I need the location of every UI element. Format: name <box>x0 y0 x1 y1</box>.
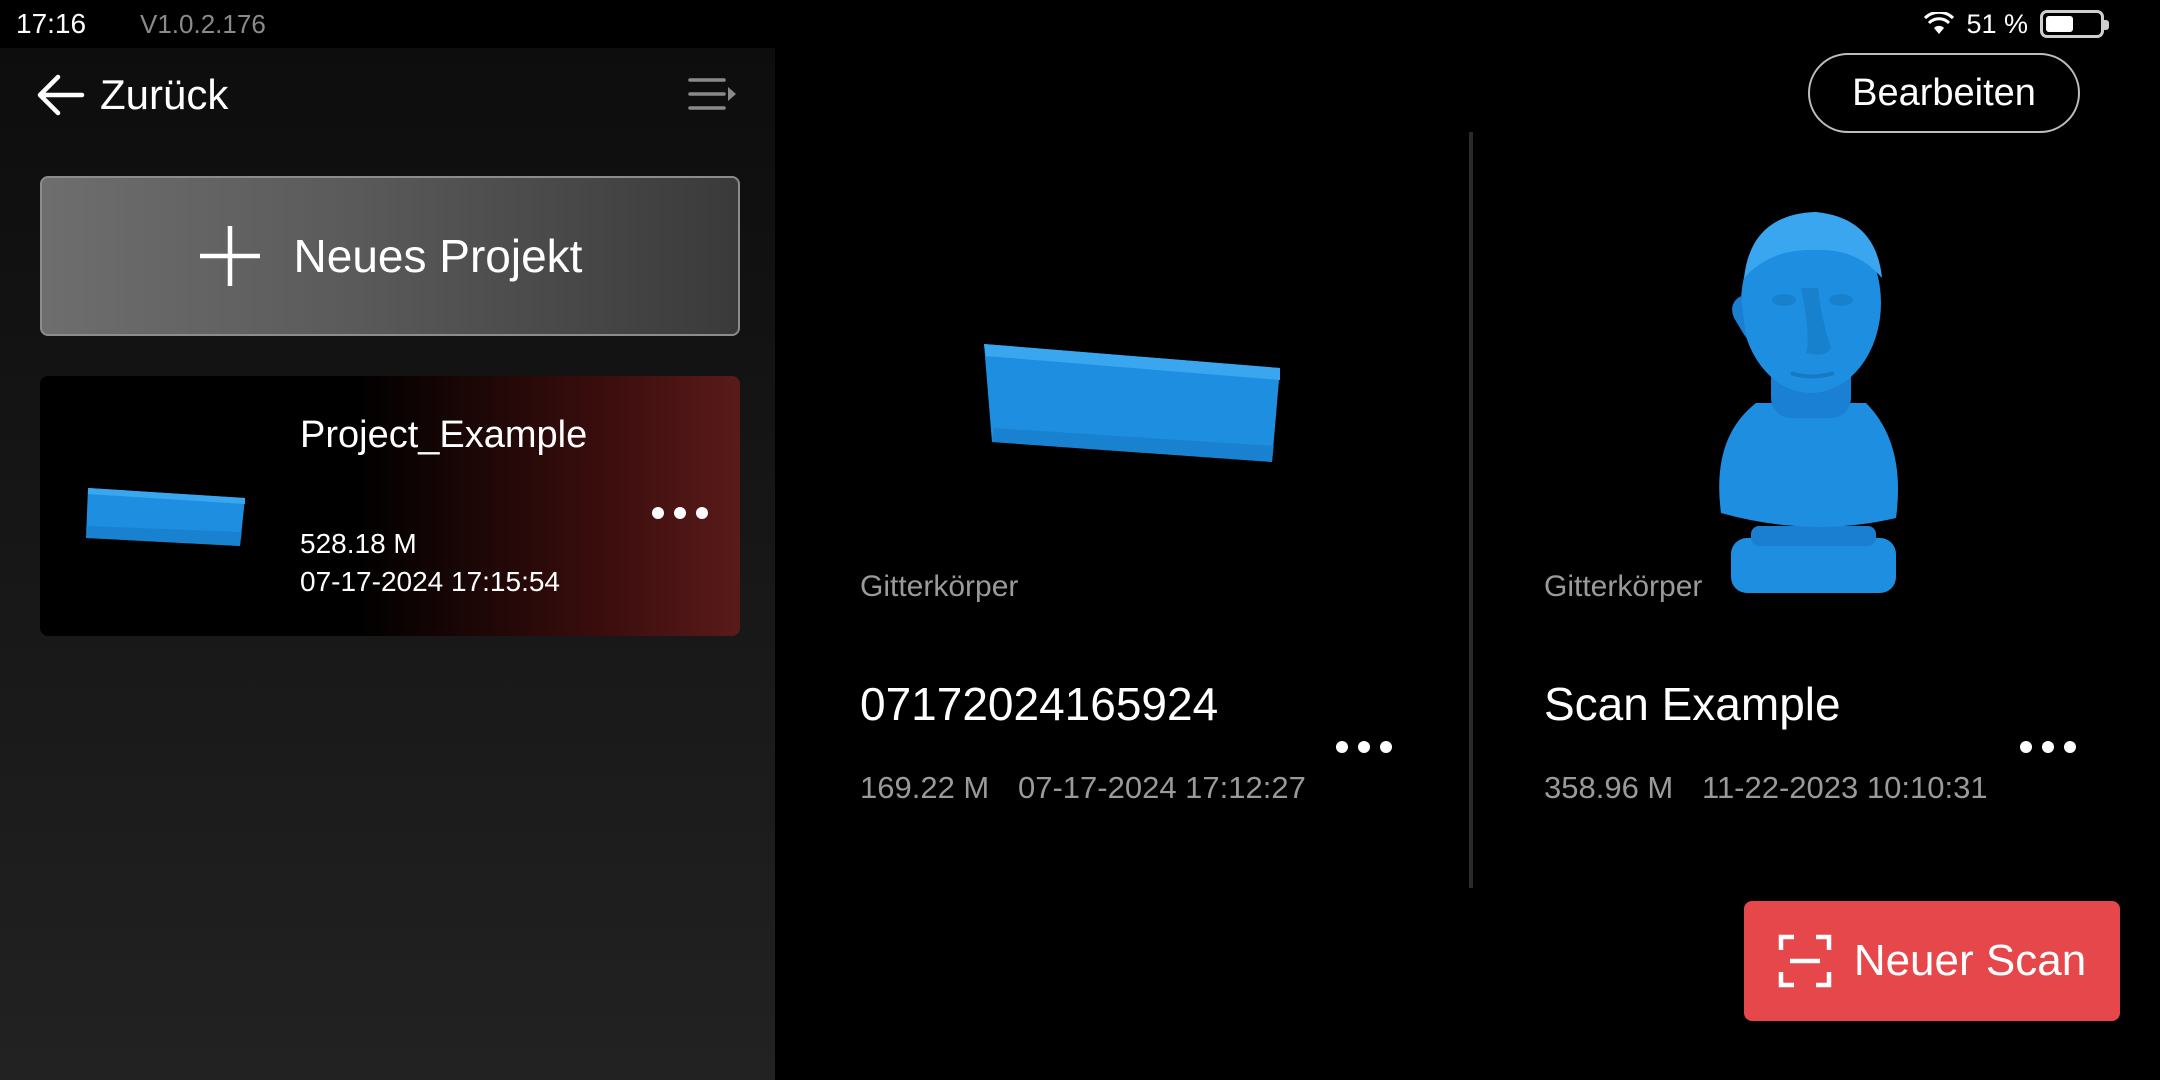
status-time: 17:16 <box>16 8 87 39</box>
back-button[interactable]: Zurück <box>36 66 228 124</box>
app-version: V1.0.2.176 <box>140 9 266 39</box>
list-collapse-icon[interactable] <box>688 70 740 118</box>
scan-thumbnail <box>984 344 1280 462</box>
project-date: 07-17-2024 17:15:54 <box>300 566 560 597</box>
arrow-left-icon <box>37 74 85 116</box>
battery-percent: 51 % <box>1966 8 2028 39</box>
scan-title: 07172024165924 <box>860 678 1219 730</box>
new-scan-button[interactable]: Neuer Scan <box>1744 901 2120 1021</box>
new-project-label: Neues Projekt <box>293 230 583 282</box>
back-label: Zurück <box>100 71 229 118</box>
more-dots-icon <box>1336 741 1348 753</box>
scan-type: Gitterkörper <box>1544 570 1703 603</box>
project-card[interactable]: Project_Example 528.18 M 07-17-2024 17:1… <box>40 376 740 636</box>
scan-card[interactable]: Gitterkörper 07172024165924 169.22 M 07-… <box>860 132 1520 892</box>
more-dot <box>1380 741 1392 753</box>
more-dot <box>1358 741 1370 753</box>
new-project-button[interactable]: Neues Projekt <box>40 176 740 336</box>
edit-button[interactable]: Bearbeiten <box>1808 53 2080 133</box>
battery-icon <box>2040 10 2109 38</box>
scan-more-button[interactable] <box>1336 732 1392 762</box>
battery-level <box>2046 16 2073 32</box>
scan-frame-icon <box>1778 934 1832 988</box>
project-thumbnail <box>86 488 245 546</box>
scan-card[interactable]: Gitterkörper Scan Example 358.96 M 11-22… <box>1544 132 2160 892</box>
plus-icon <box>199 226 260 286</box>
scan-title: Scan Example <box>1544 678 1841 730</box>
status-bar: 17:16 V1.0.2.176 51 % <box>0 0 2160 48</box>
scan-more-button[interactable] <box>2020 732 2076 762</box>
project-name: Project_Example <box>300 414 588 456</box>
scan-size: 169.22 M <box>860 770 990 805</box>
more-dot <box>2064 741 2076 753</box>
scan-type: Gitterkörper <box>860 570 1019 603</box>
new-scan-label: Neuer Scan <box>1853 936 2087 985</box>
status-indicators: 51 % <box>1924 8 2109 40</box>
scan-date: 11-22-2023 10:10:31 <box>1702 770 1988 805</box>
wifi-icon <box>1924 12 1955 34</box>
project-sidebar: Zurück Neues Projekt Project_Example 528… <box>0 48 775 1080</box>
more-dot <box>2042 741 2054 753</box>
project-more-button[interactable] <box>652 498 708 528</box>
divider <box>1469 132 1473 888</box>
scan-date: 07-17-2024 17:12:27 <box>1018 770 1306 805</box>
more-dots-icon <box>652 507 664 519</box>
project-size: 528.18 M <box>300 528 417 559</box>
more-dot <box>674 507 686 519</box>
more-dot <box>696 507 708 519</box>
more-dots-icon <box>2020 741 2032 753</box>
scan-thumbnail <box>1719 212 1898 593</box>
scan-size: 358.96 M <box>1544 770 1674 805</box>
